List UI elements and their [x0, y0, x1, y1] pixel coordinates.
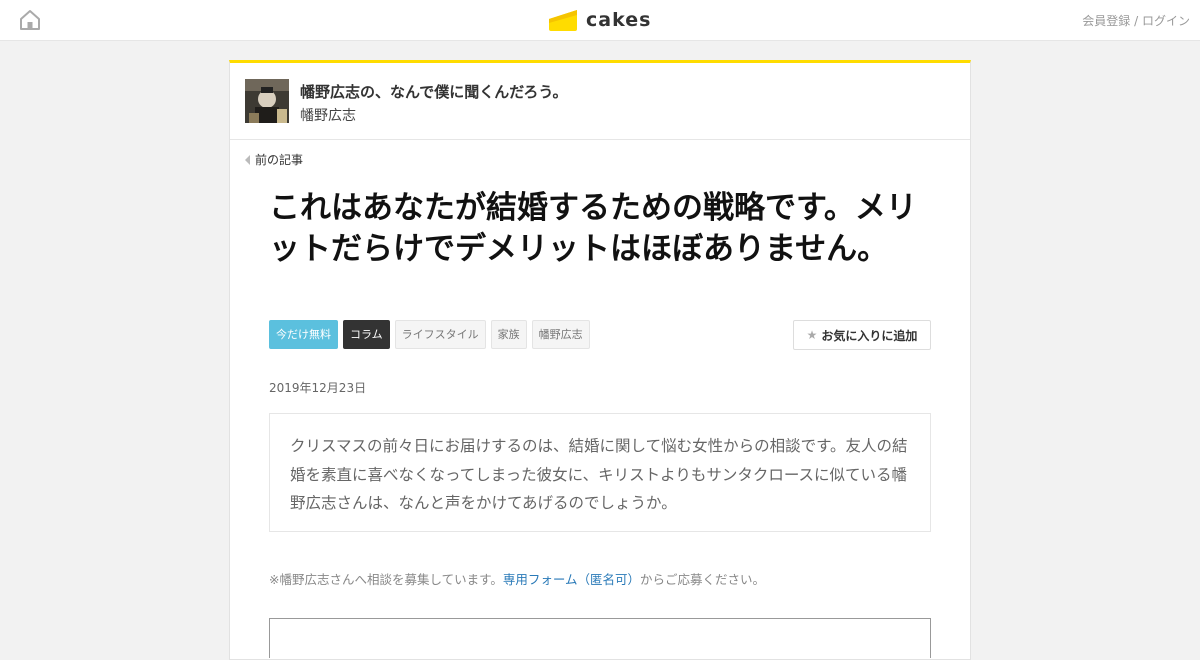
logo-text: cakes [586, 9, 652, 31]
prev-article-link[interactable]: 前の記事 [245, 151, 303, 168]
top-bar: cakes 会員登録 / ログイン [0, 0, 1200, 41]
tag-family[interactable]: 家族 [490, 320, 527, 349]
star-icon: ★ [806, 328, 818, 342]
add-favorite-label: お気に入りに追加 [821, 328, 918, 343]
prev-article-label: 前の記事 [255, 153, 304, 167]
home-link[interactable] [18, 8, 42, 32]
add-favorite-button[interactable]: ★ お気に入りに追加 [793, 320, 931, 350]
triangle-left-icon [245, 154, 250, 165]
note-suffix: からご応募ください。 [640, 572, 766, 587]
auth-separator: / [1134, 14, 1139, 28]
site-logo[interactable]: cakes [547, 6, 651, 34]
series-thumbnail[interactable] [245, 79, 289, 123]
submission-note: ※幡野広志さんへ相談を募集しています。専用フォーム（匿名可）からご応募ください。 [269, 569, 765, 588]
tag-free[interactable]: 今だけ無料 [269, 320, 338, 349]
publish-date: 2019年12月23日 [269, 381, 367, 395]
cake-logo-icon [549, 10, 577, 31]
article-title: これはあなたが結婚するための戦略です。メリットだらけでデメリットはほぼありません… [269, 190, 917, 267]
series-title[interactable]: 幡野広志の、なんで僕に聞くんだろう。 [300, 81, 567, 102]
note-prefix: ※幡野広志さんへ相談を募集しています。 [269, 572, 503, 587]
submission-form-link[interactable]: 専用フォーム（匿名可） [503, 572, 640, 587]
series-author[interactable]: 幡野広志 [300, 105, 356, 125]
article-card: 幡野広志の、なんで僕に聞くんだろう。 幡野広志 前の記事 これはあなたが結婚する… [229, 60, 971, 660]
tag-column[interactable]: コラム [343, 320, 390, 349]
auth-links: 会員登録 / ログイン [1082, 12, 1190, 29]
content-box [269, 618, 931, 658]
home-icon [20, 10, 40, 30]
tag-list: 今だけ無料 コラム ライフスタイル 家族 幡野広志 [269, 320, 595, 349]
register-link[interactable]: 会員登録 [1082, 14, 1130, 28]
tag-lifestyle[interactable]: ライフスタイル [394, 320, 486, 349]
tag-author[interactable]: 幡野広志 [531, 320, 590, 349]
login-link[interactable]: ログイン [1142, 14, 1190, 28]
series-header: 幡野広志の、なんで僕に聞くんだろう。 幡野広志 [230, 63, 970, 140]
article-lead: クリスマスの前々日にお届けするのは、結婚に関して悩む女性からの相談です。友人の結… [269, 413, 931, 532]
